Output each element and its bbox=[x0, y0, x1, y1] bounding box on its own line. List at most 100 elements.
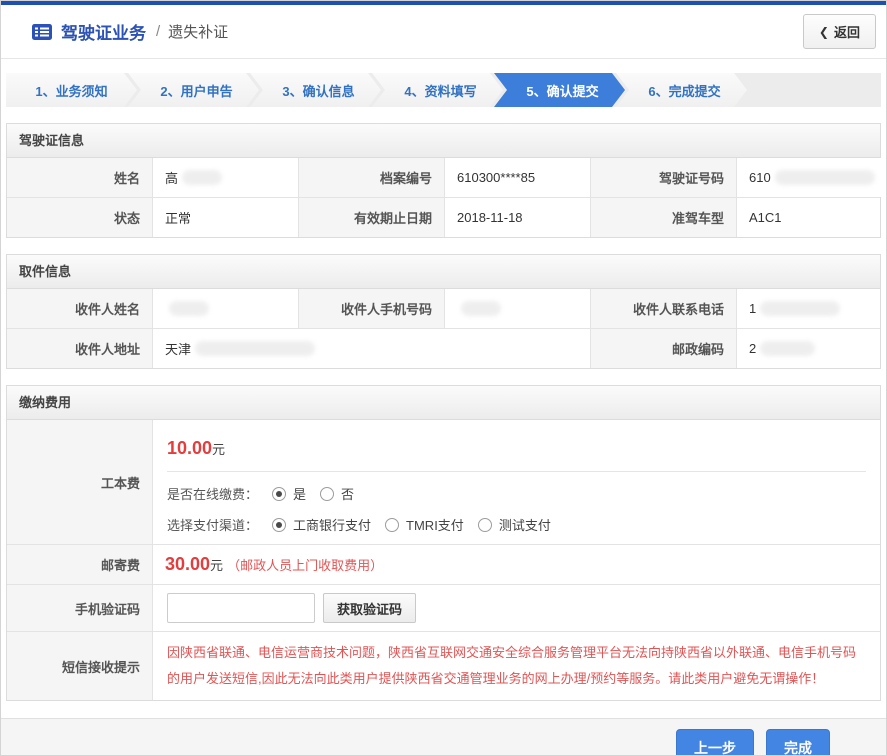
radio-label: 工商银行支付 bbox=[293, 515, 371, 534]
online-payment-question: 是否在线缴费： bbox=[167, 484, 258, 503]
radio-unselected-icon bbox=[385, 518, 399, 532]
postal-code-value: 2 bbox=[737, 329, 880, 368]
postal-code-label: 邮政编码 bbox=[591, 329, 737, 368]
payment-channel-question-row: 选择支付渠道： 工商银行支付 TMRI支付 测试支付 bbox=[167, 515, 866, 534]
radio-label: 是 bbox=[293, 484, 306, 503]
valid-until-value: 2018-11-18 bbox=[445, 198, 591, 237]
page-title: 驾驶证业务 bbox=[61, 19, 146, 44]
back-button[interactable]: ❮ 返回 bbox=[803, 14, 876, 49]
step-label: 6、完成提交 bbox=[648, 81, 720, 100]
valid-until-label: 有效期止日期 bbox=[299, 198, 445, 237]
breadcrumb-current: 遗失补证 bbox=[168, 21, 228, 42]
radio-label: 测试支付 bbox=[499, 515, 551, 534]
sms-notice-content: 因陕西省联通、电信运营商技术问题，陕西省互联网交通安全综合服务管理平台无法向持陕… bbox=[153, 632, 880, 700]
recipient-address-value: 天津 bbox=[153, 329, 591, 368]
vehicle-class-value: A1C1 bbox=[737, 198, 880, 237]
step-label: 2、用户申告 bbox=[160, 81, 232, 100]
radio-channel-test[interactable]: 测试支付 bbox=[478, 515, 551, 534]
step-label: 1、业务须知 bbox=[35, 81, 107, 100]
mail-fee-value: 30.00元 （邮政人员上门收取费用） bbox=[153, 545, 880, 584]
sms-notice-label: 短信接收提示 bbox=[7, 632, 153, 700]
radio-selected-icon bbox=[272, 487, 286, 501]
finish-button[interactable]: 完成 bbox=[766, 729, 830, 756]
pickup-info-title: 取件信息 bbox=[7, 255, 880, 289]
sms-notice-row: 短信接收提示 因陕西省联通、电信运营商技术问题，陕西省互联网交通安全综合服务管理… bbox=[7, 632, 880, 700]
mail-fee-note: （邮政人员上门收取费用） bbox=[227, 555, 383, 574]
mail-fee-row: 邮寄费 30.00元 （邮政人员上门收取费用） bbox=[7, 545, 880, 585]
recipient-mobile-value bbox=[445, 289, 591, 328]
step-bar-filler bbox=[747, 73, 881, 107]
status-label: 状态 bbox=[7, 198, 153, 237]
payment-fees-title: 缴纳费用 bbox=[7, 386, 880, 420]
sms-notice-text: 因陕西省联通、电信运营商技术问题，陕西省互联网交通安全综合服务管理平台无法向持陕… bbox=[165, 632, 868, 700]
production-fee-amount: 10.00元 bbox=[167, 430, 866, 472]
payment-fees-section: 缴纳费用 工本费 10.00元 是否在线缴费： 是 否 bbox=[6, 385, 881, 701]
page: 驾驶证业务 / 遗失补证 ❮ 返回 1、业务须知 2、用户申告 3、确认信息 4… bbox=[0, 0, 887, 756]
table-row: 收件人姓名 收件人手机号码 收件人联系电话 1 bbox=[7, 289, 880, 329]
step-6-complete-submit[interactable]: 6、完成提交 bbox=[616, 73, 747, 107]
table-row: 收件人地址 天津 邮政编码 2 bbox=[7, 329, 880, 368]
radio-channel-icbc[interactable]: 工商银行支付 bbox=[272, 515, 371, 534]
name-value: 高 bbox=[153, 158, 299, 197]
recipient-address-label: 收件人地址 bbox=[7, 329, 153, 368]
table-row: 姓名 高 档案编号 610300****85 驾驶证号码 610 bbox=[7, 158, 880, 198]
recipient-name-label: 收件人姓名 bbox=[7, 289, 153, 328]
header: 驾驶证业务 / 遗失补证 ❮ 返回 bbox=[1, 5, 886, 59]
recipient-mobile-label: 收件人手机号码 bbox=[299, 289, 445, 328]
footer-action-bar: 上一步 完成 bbox=[1, 718, 886, 756]
step-5-confirm-submit[interactable]: 5、确认提交 bbox=[494, 73, 625, 107]
license-info-section: 驾驶证信息 姓名 高 档案编号 610300****85 驾驶证号码 610 状… bbox=[6, 123, 881, 238]
license-number-label: 驾驶证号码 bbox=[591, 158, 737, 197]
table-row: 状态 正常 有效期止日期 2018-11-18 准驾车型 A1C1 bbox=[7, 198, 880, 237]
license-info-title: 驾驶证信息 bbox=[7, 124, 880, 158]
name-label: 姓名 bbox=[7, 158, 153, 197]
radio-channel-tmri[interactable]: TMRI支付 bbox=[385, 515, 464, 534]
step-label: 4、资料填写 bbox=[404, 81, 476, 100]
chevron-left-icon: ❮ bbox=[819, 25, 829, 39]
breadcrumb: 驾驶证业务 / 遗失补证 bbox=[31, 19, 228, 44]
step-label: 3、确认信息 bbox=[282, 81, 354, 100]
redacted-blob bbox=[760, 301, 840, 316]
radio-online-no[interactable]: 否 bbox=[320, 484, 354, 503]
redacted-blob bbox=[169, 301, 209, 316]
radio-label: 否 bbox=[341, 484, 354, 503]
vehicle-class-label: 准驾车型 bbox=[591, 198, 737, 237]
sms-code-input[interactable] bbox=[167, 593, 315, 623]
license-list-icon bbox=[31, 23, 53, 41]
radio-selected-icon bbox=[272, 518, 286, 532]
online-payment-question-row: 是否在线缴费： 是 否 bbox=[167, 484, 866, 503]
step-3-confirm-info[interactable]: 3、确认信息 bbox=[250, 73, 381, 107]
previous-step-button[interactable]: 上一步 bbox=[676, 729, 754, 756]
redacted-blob bbox=[195, 341, 315, 356]
recipient-name-value bbox=[153, 289, 299, 328]
step-label: 5、确认提交 bbox=[526, 81, 598, 100]
step-bar: 1、业务须知 2、用户申告 3、确认信息 4、资料填写 5、确认提交 6、完成提… bbox=[6, 73, 881, 107]
file-number-value: 610300****85 bbox=[445, 158, 591, 197]
get-code-button[interactable]: 获取验证码 bbox=[323, 593, 416, 623]
step-1-business-notice[interactable]: 1、业务须知 bbox=[6, 73, 137, 107]
pickup-info-section: 取件信息 收件人姓名 收件人手机号码 收件人联系电话 1 收件人地址 天津 邮政… bbox=[6, 254, 881, 369]
radio-unselected-icon bbox=[478, 518, 492, 532]
payment-channel-question: 选择支付渠道： bbox=[167, 515, 258, 534]
radio-online-yes[interactable]: 是 bbox=[272, 484, 306, 503]
mail-fee-label: 邮寄费 bbox=[7, 545, 153, 584]
file-number-label: 档案编号 bbox=[299, 158, 445, 197]
recipient-phone-value: 1 bbox=[737, 289, 880, 328]
redacted-blob bbox=[775, 170, 875, 185]
step-2-user-declaration[interactable]: 2、用户申告 bbox=[128, 73, 259, 107]
radio-unselected-icon bbox=[320, 487, 334, 501]
back-button-label: 返回 bbox=[834, 22, 860, 41]
recipient-phone-label: 收件人联系电话 bbox=[591, 289, 737, 328]
production-fee-row: 工本费 10.00元 是否在线缴费： 是 否 选 bbox=[7, 420, 880, 545]
production-fee-content: 10.00元 是否在线缴费： 是 否 选择支付渠道： bbox=[153, 420, 880, 544]
redacted-blob bbox=[182, 170, 222, 185]
breadcrumb-separator: / bbox=[156, 23, 160, 40]
status-value: 正常 bbox=[153, 198, 299, 237]
redacted-blob bbox=[461, 301, 501, 316]
license-number-value: 610 bbox=[737, 158, 887, 197]
sms-code-row: 手机验证码 获取验证码 bbox=[7, 585, 880, 632]
production-fee-label: 工本费 bbox=[7, 420, 153, 544]
redacted-blob bbox=[760, 341, 815, 356]
radio-label: TMRI支付 bbox=[406, 515, 464, 534]
step-4-fill-data[interactable]: 4、资料填写 bbox=[372, 73, 503, 107]
